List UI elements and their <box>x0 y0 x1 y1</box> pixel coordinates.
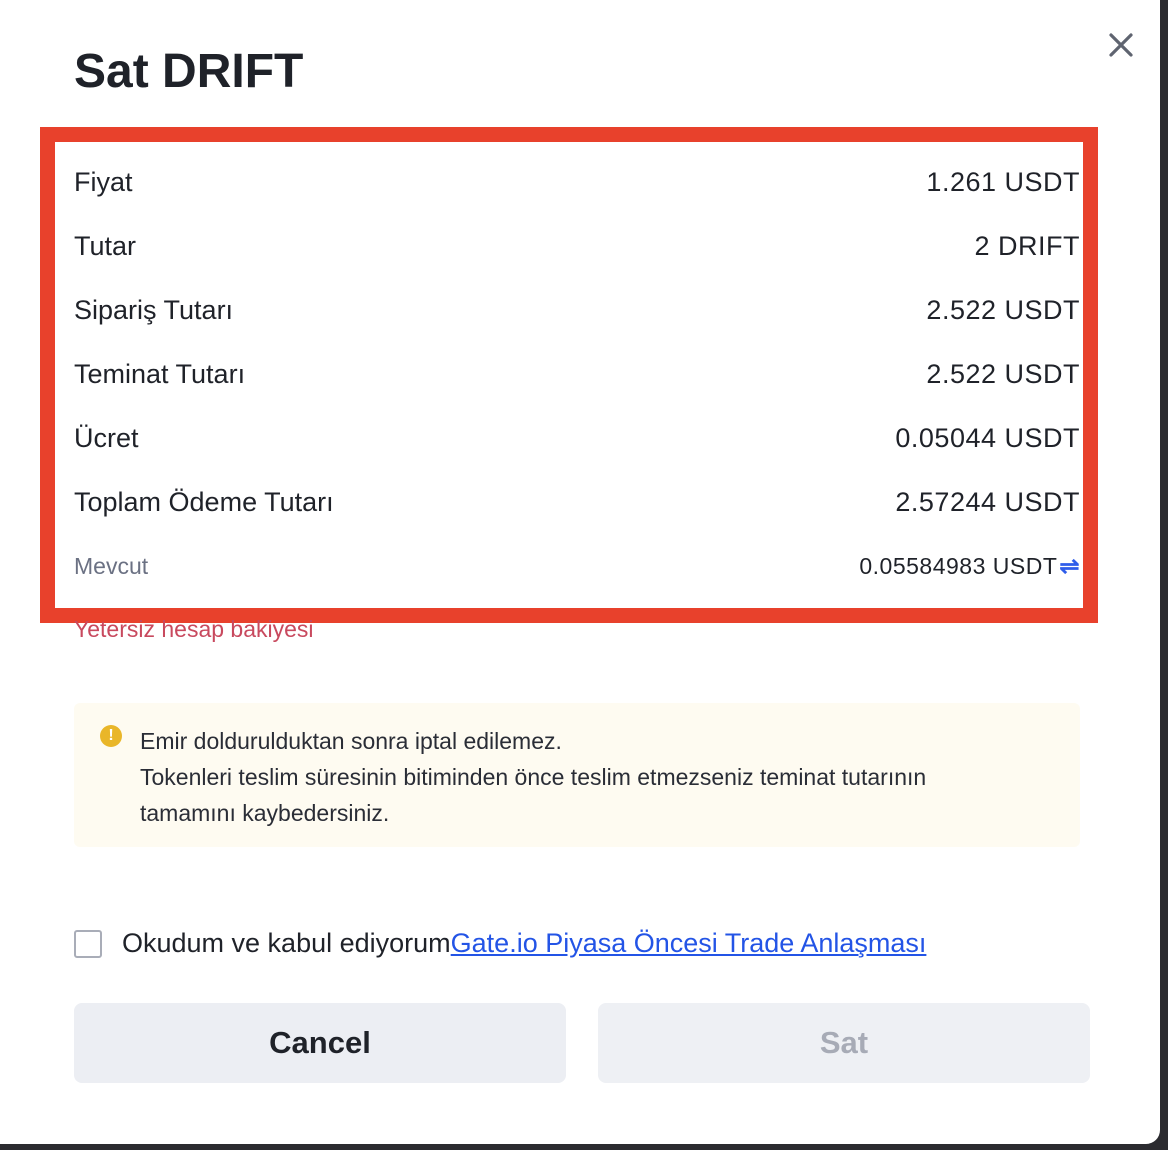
highlight-box <box>40 127 1098 623</box>
agreement-checkbox[interactable] <box>74 929 102 958</box>
notice-line: Emir doldurulduktan sonra iptal edilemez… <box>140 728 562 754</box>
warning-icon: ! <box>100 725 122 747</box>
notice-line: Tokenleri teslim süresinin bitiminden ön… <box>140 764 927 790</box>
insufficient-balance-error: Yetersiz hesap bakiyesi <box>74 616 314 642</box>
agreement-text: Okudum ve kabul ediyorum <box>122 928 451 958</box>
agreement-link[interactable]: Gate.io Piyasa Öncesi Trade Anlaşması <box>451 928 927 959</box>
sell-button[interactable]: Sat <box>598 1003 1090 1083</box>
dialog-title: Sat DRIFT <box>74 45 304 98</box>
sell-dialog: Sat DRIFT Fiyat 1.261 USDT Tutar 2 DRIFT… <box>0 0 1160 1144</box>
cancel-button[interactable]: Cancel <box>74 1003 566 1083</box>
agreement-row: Okudum ve kabul ediyorum Gate.io Piyasa Ö… <box>74 928 926 959</box>
warning-notice: ! Emir doldurulduktan sonra iptal edilem… <box>74 703 1080 847</box>
notice-line: tamamını kaybedersiniz. <box>140 800 390 826</box>
close-icon[interactable] <box>1104 28 1138 62</box>
